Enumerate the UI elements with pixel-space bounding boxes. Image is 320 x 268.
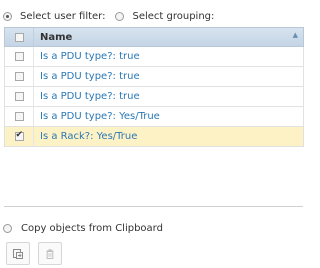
select-all-cell <box>5 28 34 46</box>
filter-grid: Name ▲ Is a PDU type?: true Is a PDU typ… <box>4 27 304 147</box>
row-checkbox[interactable] <box>14 72 24 81</box>
row-name[interactable]: Is a PDU type?: true <box>34 51 140 62</box>
grouping-label: Select grouping: <box>132 10 215 22</box>
user-filter-label: Select user filter: <box>20 10 106 22</box>
row-checkbox[interactable] <box>14 112 24 121</box>
sort-ascending-icon[interactable]: ▲ <box>293 31 298 39</box>
table-row-selected[interactable]: Is a Rack?: Yes/True <box>4 127 304 147</box>
clipboard-label: Copy objects from Clipboard <box>21 223 163 234</box>
clipboard-toolbar <box>6 242 62 265</box>
clipboard-radio[interactable] <box>3 224 12 233</box>
row-name[interactable]: Is a Rack?: Yes/True <box>34 131 137 142</box>
table-row[interactable]: Is a PDU type?: true <box>4 67 304 87</box>
row-checkbox-checked[interactable] <box>14 130 24 141</box>
paste-button[interactable] <box>6 242 30 265</box>
row-name[interactable]: Is a PDU type?: true <box>34 91 140 102</box>
row-name[interactable]: Is a PDU type?: true <box>34 71 140 82</box>
row-checkbox[interactable] <box>14 52 24 61</box>
select-all-checkbox[interactable] <box>14 32 24 42</box>
trash-icon <box>46 248 54 259</box>
grouping-radio[interactable] <box>115 11 125 21</box>
delete-button[interactable] <box>38 242 62 265</box>
row-name[interactable]: Is a PDU type?: Yes/True <box>34 111 160 122</box>
section-divider <box>4 206 303 207</box>
table-row[interactable]: Is a PDU type?: true <box>4 47 304 67</box>
user-filter-radio[interactable] <box>3 11 12 21</box>
table-row[interactable]: Is a PDU type?: true <box>4 87 304 107</box>
row-checkbox[interactable] <box>14 92 24 101</box>
grid-header: Name ▲ <box>4 27 304 47</box>
paste-icon <box>13 248 23 259</box>
clipboard-option: Copy objects from Clipboard <box>3 223 163 234</box>
name-column-header[interactable]: Name <box>34 32 72 43</box>
filter-options: Select user filter: Select grouping: <box>3 9 214 23</box>
table-row[interactable]: Is a PDU type?: Yes/True <box>4 107 304 127</box>
